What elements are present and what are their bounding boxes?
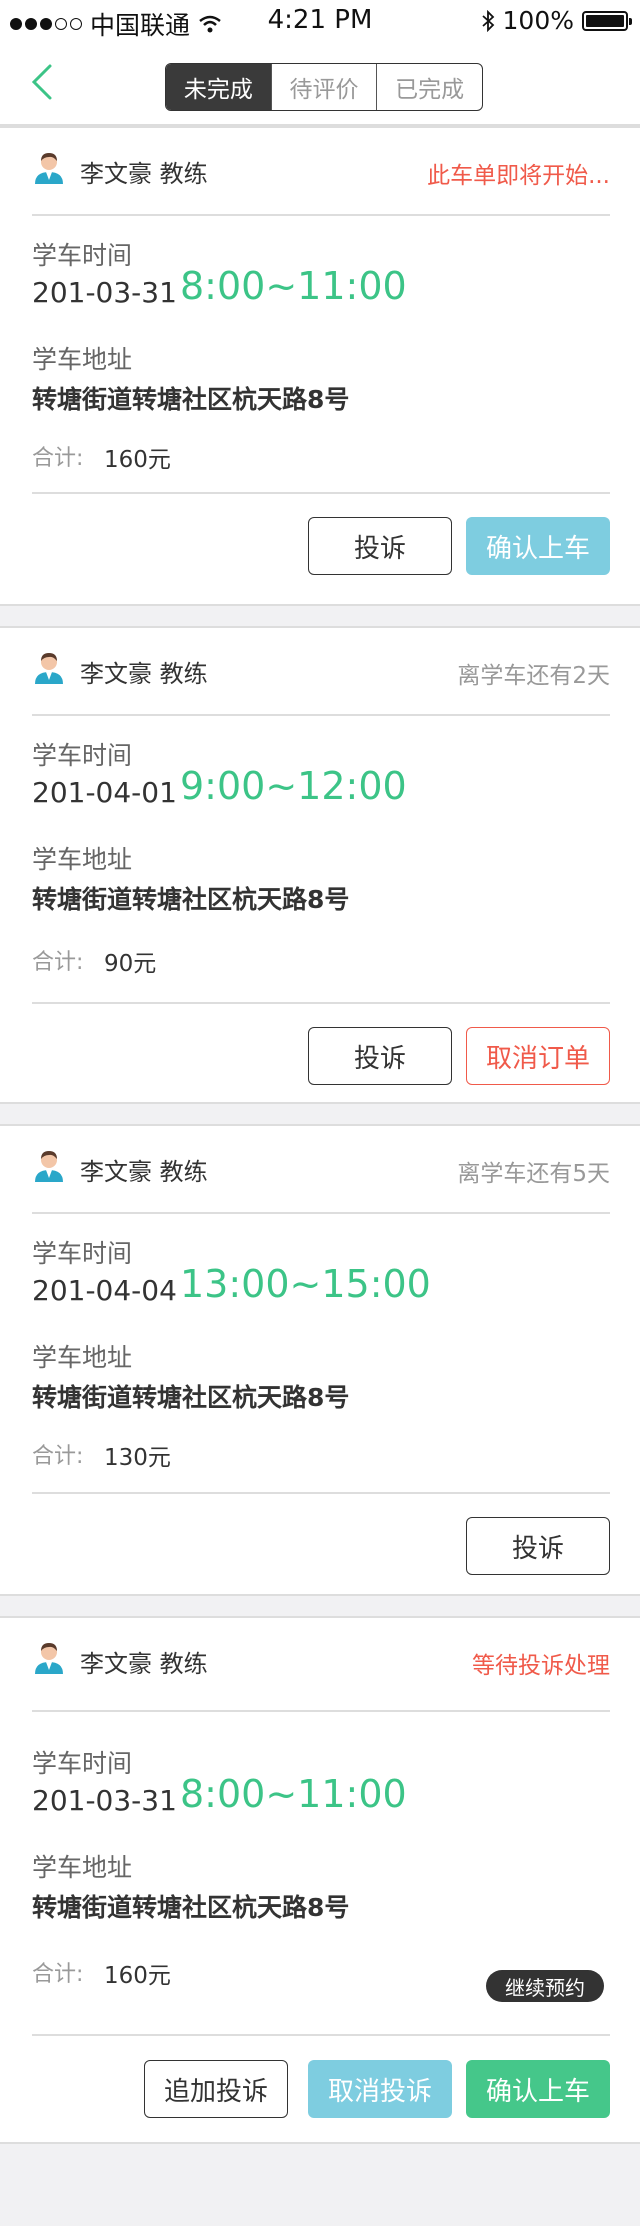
coach-name: 李文豪 教练 — [80, 1650, 208, 1678]
coach-name: 李文豪 教练 — [80, 160, 208, 188]
address-label: 学车地址 — [32, 1853, 133, 1882]
add-complaint-button[interactable]: 追加投诉 — [144, 2060, 288, 2118]
total-label: 合计: — [32, 1962, 84, 1987]
lesson-time: 13:00~15:00 — [180, 1262, 431, 1306]
address-label: 学车地址 — [32, 1343, 133, 1372]
order-card: 李文豪 教练 等待投诉处理 学车时间 201-03-31 8:00~11:00 … — [0, 1616, 640, 2144]
complain-button[interactable]: 投诉 — [466, 1517, 610, 1575]
battery-percent: 100% — [502, 6, 574, 35]
order-status: 离学车还有5天 — [457, 1161, 610, 1187]
divider — [32, 1492, 610, 1494]
total-label: 合计: — [32, 950, 84, 975]
coach-avatar-icon — [35, 1151, 63, 1182]
lesson-date: 201-04-01 — [32, 776, 177, 809]
total-label: 合计: — [32, 1444, 84, 1469]
time-label: 学车时间 — [32, 1239, 133, 1268]
order-card: 李文豪 教练 此车单即将开始... 学车时间 201-03-31 8:00~11… — [0, 126, 640, 606]
order-status: 此车单即将开始... — [427, 163, 610, 189]
order-status: 离学车还有2天 — [457, 663, 610, 689]
tab-incomplete[interactable]: 未完成 — [166, 64, 271, 110]
order-card: 李文豪 教练 离学车还有2天 学车时间 201-04-01 9:00~12:00… — [0, 626, 640, 1104]
lesson-address: 转塘街道转塘社区杭天路8号 — [32, 1383, 350, 1412]
lesson-date: 201-04-04 — [32, 1274, 177, 1307]
lesson-date: 201-03-31 — [32, 1784, 177, 1817]
order-card: 李文豪 教练 离学车还有5天 学车时间 201-04-04 13:00~15:0… — [0, 1124, 640, 1596]
tab-completed[interactable]: 已完成 — [376, 64, 482, 110]
lesson-time: 8:00~11:00 — [180, 264, 407, 308]
total-label: 合计: — [32, 446, 84, 471]
cancel-complaint-button[interactable]: 取消投诉 — [308, 2060, 452, 2118]
total-amount: 160元 — [104, 447, 171, 473]
confirm-boarding-button[interactable]: 确认上车 — [466, 2060, 610, 2118]
lesson-time: 9:00~12:00 — [180, 764, 407, 808]
continue-booking-badge[interactable]: 继续预约 — [486, 1970, 604, 2002]
bluetooth-icon — [481, 9, 494, 32]
card-header: 李文豪 教练 等待投诉处理 — [32, 1618, 610, 1712]
battery-icon — [582, 10, 632, 31]
divider — [32, 1002, 610, 1004]
complain-button[interactable]: 投诉 — [308, 1027, 452, 1085]
time-label: 学车时间 — [32, 241, 133, 270]
cancel-order-button[interactable]: 取消订单 — [466, 1027, 610, 1085]
status-bar: 中国联通 4:21 PM 100% — [0, 0, 640, 40]
confirm-boarding-button[interactable]: 确认上车 — [466, 517, 610, 575]
divider — [32, 2034, 610, 2036]
divider — [32, 492, 610, 494]
lesson-address: 转塘街道转塘社区杭天路8号 — [32, 1893, 350, 1922]
nav-bar: 未完成 待评价 已完成 — [0, 40, 640, 126]
tab-pending-review[interactable]: 待评价 — [270, 64, 377, 110]
total-amount: 130元 — [104, 1445, 171, 1471]
card-header: 李文豪 教练 此车单即将开始... — [32, 128, 610, 216]
total-amount: 160元 — [104, 1963, 171, 1989]
time-label: 学车时间 — [32, 1749, 133, 1778]
coach-avatar-icon — [35, 653, 63, 684]
time-label: 学车时间 — [32, 741, 133, 770]
address-label: 学车地址 — [32, 345, 133, 374]
coach-name: 李文豪 教练 — [80, 660, 208, 688]
lesson-date: 201-03-31 — [32, 276, 177, 309]
coach-name: 李文豪 教练 — [80, 1158, 208, 1186]
card-header: 李文豪 教练 离学车还有5天 — [32, 1126, 610, 1214]
coach-avatar-icon — [35, 153, 63, 184]
lesson-time: 8:00~11:00 — [180, 1772, 407, 1816]
coach-avatar-icon — [35, 1643, 63, 1674]
lesson-address: 转塘街道转塘社区杭天路8号 — [32, 885, 350, 914]
complain-button[interactable]: 投诉 — [308, 517, 452, 575]
order-status-tabs: 未完成 待评价 已完成 — [165, 63, 483, 111]
card-header: 李文豪 教练 离学车还有2天 — [32, 628, 610, 716]
order-status: 等待投诉处理 — [472, 1653, 610, 1679]
total-amount: 90元 — [104, 951, 157, 977]
back-arrow-icon[interactable] — [28, 62, 58, 102]
lesson-address: 转塘街道转塘社区杭天路8号 — [32, 385, 350, 414]
address-label: 学车地址 — [32, 845, 133, 874]
